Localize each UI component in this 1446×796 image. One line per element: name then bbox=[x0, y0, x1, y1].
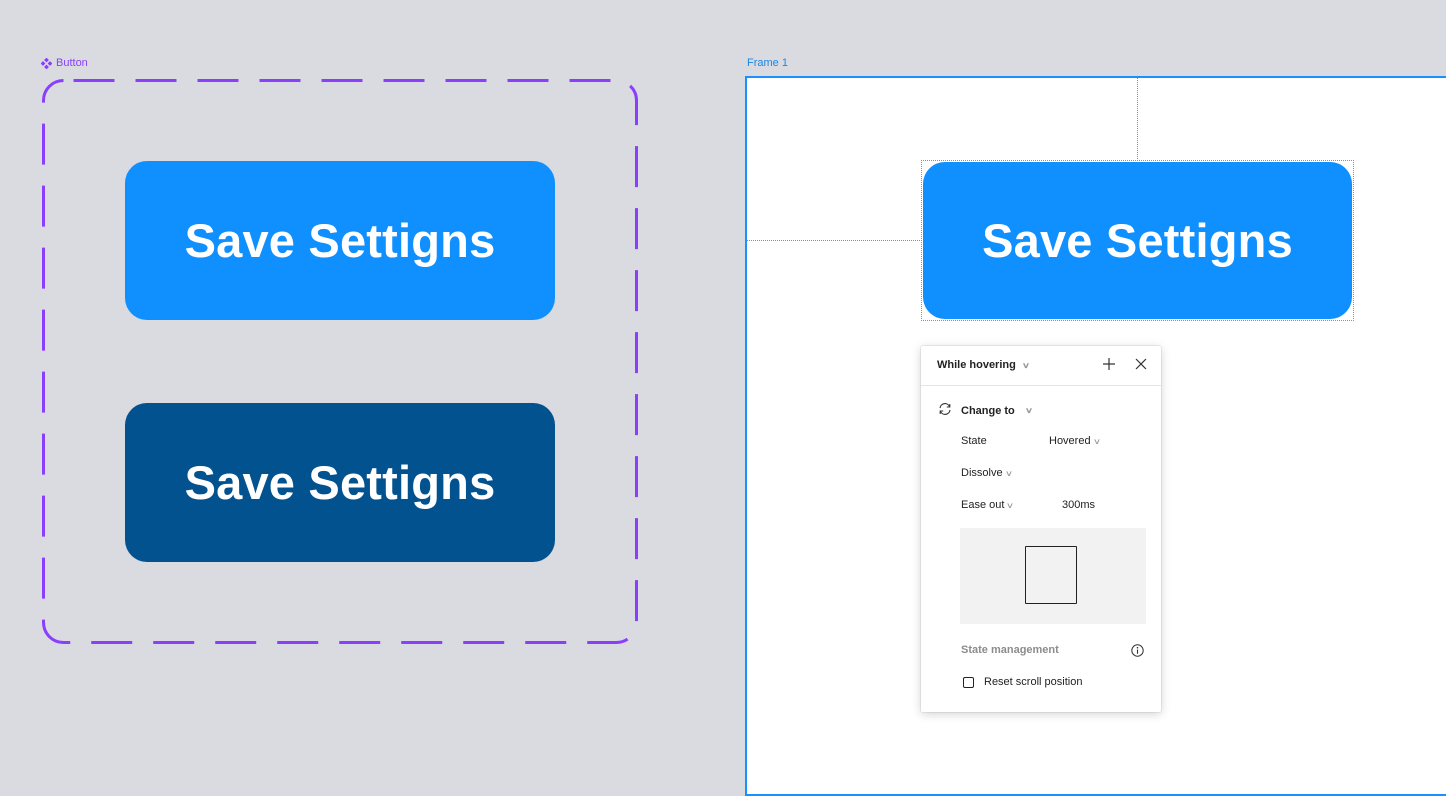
button-instance-label: Save Settigns bbox=[982, 214, 1293, 267]
easing-preview-square bbox=[1025, 546, 1077, 604]
button-variant-hovered-label: Save Settigns bbox=[184, 456, 496, 509]
easing-dropdown[interactable]: Ease out ∨ bbox=[961, 499, 1062, 511]
reset-scroll-label[interactable]: Reset scroll position bbox=[984, 676, 1082, 688]
component-set-name: Button bbox=[56, 57, 88, 69]
component-set-label[interactable]: Button bbox=[40, 57, 88, 69]
trigger-dropdown[interactable]: While hovering ∨ bbox=[937, 359, 1030, 371]
spacing-guide-horizontal bbox=[747, 240, 922, 241]
action-label: Change to bbox=[961, 404, 1015, 417]
state-row: State Hovered ∨ bbox=[961, 435, 1101, 447]
component-diamond-icon bbox=[40, 57, 53, 69]
animation-dropdown[interactable]: Dissolve ∨ bbox=[961, 467, 1013, 479]
close-icon[interactable] bbox=[1133, 356, 1149, 372]
interaction-panel-header: While hovering ∨ bbox=[921, 346, 1161, 386]
button-instance[interactable]: Save Settigns bbox=[923, 162, 1352, 319]
swap-icon bbox=[937, 402, 953, 419]
easing-value: Ease out bbox=[961, 499, 1005, 511]
frame-label[interactable]: Frame 1 bbox=[747, 57, 788, 69]
button-variant-default[interactable]: Save Settigns bbox=[125, 161, 555, 320]
state-management-label: State management bbox=[961, 644, 1059, 656]
animation-value: Dissolve bbox=[961, 467, 1003, 479]
info-icon[interactable] bbox=[1131, 644, 1144, 657]
animation-row: Dissolve ∨ bbox=[961, 467, 1013, 479]
state-dropdown[interactable]: Hovered ∨ bbox=[1049, 435, 1101, 447]
state-value: Hovered bbox=[1049, 435, 1091, 447]
chevron-down-icon: ∨ bbox=[1021, 360, 1030, 370]
chevron-down-icon: ∨ bbox=[1006, 500, 1015, 510]
button-variant-hovered[interactable]: Save Settigns bbox=[125, 403, 555, 562]
chevron-down-icon: ∨ bbox=[1092, 436, 1101, 446]
action-dropdown[interactable]: Change to ∨ bbox=[937, 402, 1033, 419]
easing-row: Ease out ∨ 300ms bbox=[961, 499, 1095, 511]
state-label: State bbox=[961, 435, 987, 447]
spacing-guide-vertical bbox=[1137, 78, 1138, 161]
duration-input[interactable]: 300ms bbox=[1062, 499, 1095, 511]
reset-scroll-row: Reset scroll position bbox=[963, 676, 1082, 688]
interaction-panel: While hovering ∨ Change to ∨ State Hover… bbox=[921, 346, 1161, 712]
chevron-down-icon: ∨ bbox=[1024, 406, 1033, 415]
button-variant-default-label: Save Settigns bbox=[184, 214, 496, 267]
easing-preview bbox=[960, 528, 1146, 624]
trigger-label: While hovering bbox=[937, 359, 1016, 371]
reset-scroll-checkbox[interactable] bbox=[963, 676, 974, 688]
plus-icon[interactable] bbox=[1101, 356, 1117, 372]
chevron-down-icon: ∨ bbox=[1004, 468, 1013, 478]
